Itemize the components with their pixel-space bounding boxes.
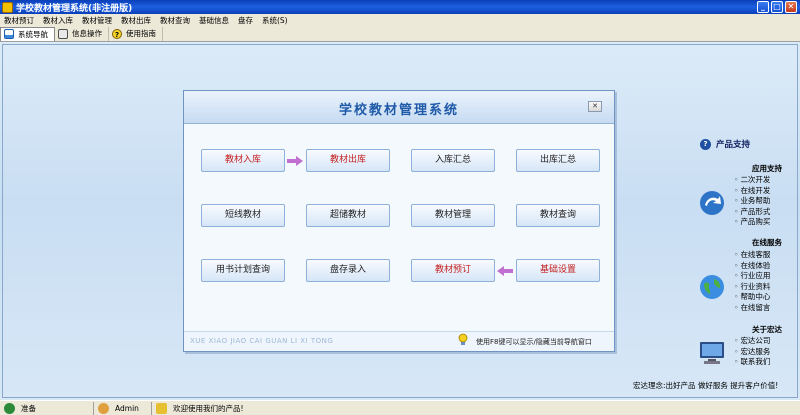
arrow-right-icon [287,156,303,166]
menu-item-inventory[interactable]: 盘存 [234,15,258,26]
textbook-manage-button[interactable]: 教材管理 [411,204,495,227]
status-welcome: 欢迎使用我们的产品! [152,402,800,415]
company-slogan: 宏达理念:出好产品 做好服务 提升客户价值! [633,381,779,390]
link-online-trial[interactable]: 在线体验 [734,261,770,272]
document-icon [58,28,68,39]
maximize-button[interactable]: □ [771,1,783,13]
link-online-support[interactable]: 在线客服 [734,250,770,261]
menu-bar: 教材预订 教材入库 教材管理 教材出库 教材查询 基础信息 盘存 系统(S) [0,14,800,26]
product-icon [156,402,167,414]
overstock-textbook-button[interactable]: 超储教材 [306,204,390,227]
online-service-links: 在线客服 在线体验 行业应用 行业资料 帮助中心 在线留言 [734,250,770,313]
stock-out-summary-button[interactable]: 出库汇总 [516,149,600,172]
link-product-form[interactable]: 产品形式 [734,207,770,218]
tab-info-ops[interactable]: 信息操作 [55,26,109,41]
book-plan-query-button[interactable]: 用书计划查询 [201,259,285,282]
app-support-links: 二次开发 在线开发 业务帮助 产品形式 产品购买 [734,175,770,228]
inventory-entry-button[interactable]: 盘存录入 [306,259,390,282]
link-contact[interactable]: 联系我们 [734,357,770,368]
arrow-globe-icon [700,191,724,215]
footer-pinyin: XUE XIAO JIAO CAI GUAN LI XI TONG [190,337,334,345]
textbook-order-button[interactable]: 教材预订 [411,259,495,282]
tab-system-nav-label: 系统导航 [18,29,48,39]
short-textbook-button[interactable]: 短线教材 [201,204,285,227]
link-online-message[interactable]: 在线留言 [734,303,770,314]
desktop-area: 学校教材管理系统 ✕ 教材入库 教材出库 入库汇总 出库汇总 短线教材 超储教材… [0,42,800,400]
basic-settings-button[interactable]: 基础设置 [516,259,600,282]
product-support-title: ? 产品支持 [700,138,750,150]
textbook-query-button[interactable]: 教材查询 [516,204,600,227]
monitor-icon [4,29,14,39]
help-icon: ? [112,28,122,39]
close-button[interactable]: ✕ [785,1,797,13]
status-bar: 准备 Admin 欢迎使用我们的产品! [0,400,800,415]
footer-hint: 使用F8键可以显示/隐藏当前导航窗口 [476,338,592,346]
status-ready-label: 准备 [21,403,36,413]
menu-item-textbook-manage[interactable]: 教材管理 [78,15,117,26]
link-service[interactable]: 宏达服务 [734,347,770,358]
lightbulb-icon [458,333,468,345]
link-company[interactable]: 宏达公司 [734,336,770,347]
toolbar: 系统导航 信息操作 ? 使用指南 [0,26,800,42]
question-icon: ? [700,138,711,150]
link-product-purchase[interactable]: 产品购买 [734,217,770,228]
status-ready: 准备 [0,401,94,415]
menu-item-basic-info[interactable]: 基础信息 [195,15,234,26]
link-industry-data[interactable]: 行业资料 [734,282,770,293]
dialog-title: 学校教材管理系统 [338,103,459,118]
globe-icon [700,275,724,299]
tab-system-nav[interactable]: 系统导航 [0,26,55,41]
link-business-help[interactable]: 业务帮助 [734,196,770,207]
dialog-footer: XUE XIAO JIAO CAI GUAN LI XI TONG 使用F8键可… [184,331,614,351]
link-online-dev[interactable]: 在线开发 [734,186,770,197]
about-links: 宏达公司 宏达服务 联系我们 [734,336,770,368]
tab-user-guide[interactable]: ? 使用指南 [109,26,163,41]
status-welcome-label: 欢迎使用我们的产品! [173,403,244,413]
menu-item-stock-in[interactable]: 教材入库 [39,15,78,26]
window-title: 学校教材管理系统(非注册版) [16,3,133,14]
arrow-left-icon [497,266,513,276]
link-help-center[interactable]: 帮助中心 [734,292,770,303]
online-service-title: 在线服务 [752,238,782,247]
dialog-header: 学校教材管理系统 ✕ [184,91,614,124]
ready-icon [4,402,15,414]
dialog-close-button[interactable]: ✕ [588,101,602,112]
tab-user-guide-label: 使用指南 [126,29,156,38]
menu-item-textbook-query[interactable]: 教材查询 [156,15,195,26]
navigation-dialog: 学校教材管理系统 ✕ 教材入库 教材出库 入库汇总 出库汇总 短线教材 超储教材… [183,90,615,352]
tab-info-ops-label: 信息操作 [72,29,102,38]
menu-item-textbook-order[interactable]: 教材预订 [0,15,39,26]
app-icon [2,1,13,13]
app-support-title: 应用支持 [752,164,782,173]
title-bar: 学校教材管理系统(非注册版) _ □ ✕ [0,0,800,14]
stock-in-button[interactable]: 教材入库 [201,149,285,172]
menu-item-stock-out[interactable]: 教材出库 [117,15,156,26]
minimize-button[interactable]: _ [757,1,769,13]
link-secondary-dev[interactable]: 二次开发 [734,175,770,186]
status-user-label: Admin [115,403,139,413]
status-user: Admin [94,401,152,415]
monitor-icon [700,342,724,364]
link-industry-app[interactable]: 行业应用 [734,271,770,282]
about-title: 关于宏达 [752,325,782,334]
product-support-label: 产品支持 [716,140,751,150]
stock-out-button[interactable]: 教材出库 [306,149,390,172]
menu-item-system[interactable]: 系统(S) [258,15,293,26]
stock-in-summary-button[interactable]: 入库汇总 [411,149,495,172]
user-icon [98,402,109,414]
